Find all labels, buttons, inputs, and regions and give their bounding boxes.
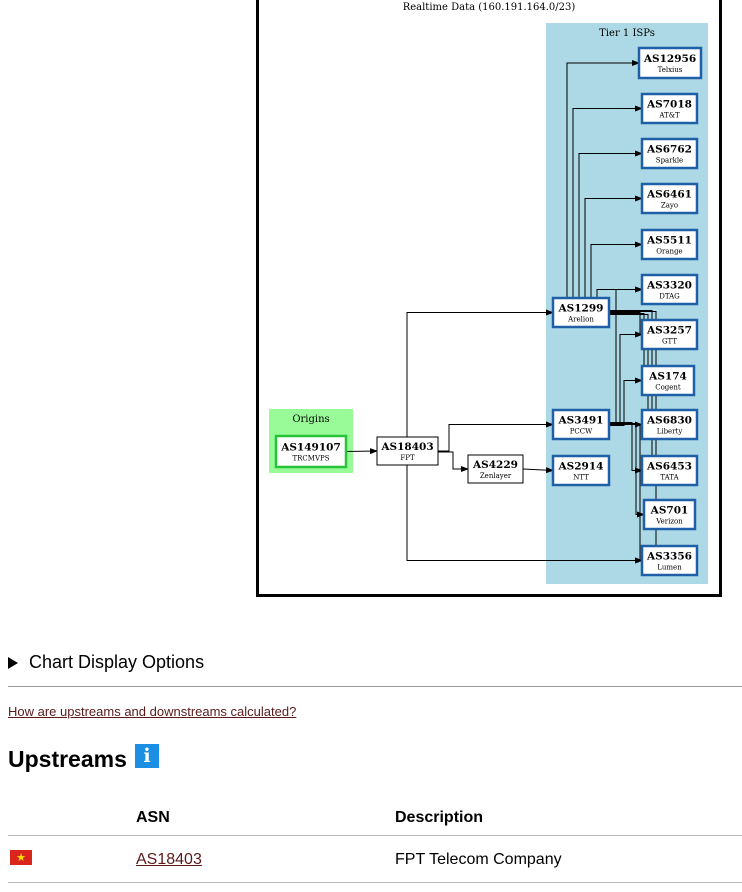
node-as2914[interactable]: AS2914NTT <box>551 454 611 487</box>
node-asn-label: AS3320 <box>646 280 692 292</box>
divider <box>8 686 742 687</box>
node-name-label: Lumen <box>657 564 682 572</box>
node-as7018[interactable]: AS7018AT&T <box>640 92 699 125</box>
node-asn-label: AS5511 <box>646 235 692 247</box>
node-name-label: Zenlayer <box>480 472 512 480</box>
node-as3356[interactable]: AS3356Lumen <box>640 544 699 577</box>
chart-display-options-label: Chart Display Options <box>29 652 205 672</box>
node-as6762[interactable]: AS6762Sparkle <box>640 137 699 170</box>
node-asn-label: AS3491 <box>558 415 604 427</box>
node-name-label: Sparkle <box>656 157 683 165</box>
node-asn-label: AS3356 <box>646 551 692 563</box>
chart-display-options[interactable]: Chart Display Options <box>8 652 204 673</box>
node-as18403[interactable]: AS18403FPT <box>376 436 439 466</box>
node-as701[interactable]: AS701Verizon <box>642 498 697 531</box>
node-name-label: Telxius <box>658 66 683 74</box>
column-header-description: Description <box>395 809 484 826</box>
node-name-label: Zayo <box>661 202 678 210</box>
node-as1299[interactable]: AS1299Arelion <box>551 296 611 329</box>
node-asn-label: AS4229 <box>472 459 518 471</box>
upstreams-heading: Upstreams <box>8 746 127 772</box>
node-name-label: NTT <box>573 474 589 482</box>
disclosure-triangle-icon <box>8 656 18 669</box>
vietnam-flag-icon: ★ <box>10 850 32 865</box>
node-asn-label: AS6461 <box>646 189 692 201</box>
edge-AS149107-AS18403 <box>345 448 378 455</box>
node-name-label: Verizon <box>655 518 683 526</box>
table-row-divider <box>8 882 742 883</box>
node-as149107[interactable]: AS149107TRCMVPS <box>274 434 348 469</box>
graph-title: Realtime Data (160.191.164.0/23) <box>403 2 576 13</box>
node-name-label: PCCW <box>570 428 593 436</box>
node-as3320[interactable]: AS3320DTAG <box>640 273 699 306</box>
upstream-asn-link[interactable]: AS18403 <box>136 851 202 869</box>
node-name-label: GTT <box>662 338 677 346</box>
node-asn-label: AS1299 <box>558 303 604 315</box>
node-asn-label: AS174 <box>648 371 687 383</box>
node-as6453[interactable]: AS6453TATA <box>640 454 699 487</box>
node-asn-label: AS701 <box>650 505 689 517</box>
node-asn-label: AS18403 <box>380 441 433 453</box>
node-name-label: DTAG <box>659 293 680 301</box>
tier1-label: Tier 1 ISPs <box>599 28 655 39</box>
node-as3491[interactable]: AS3491PCCW <box>551 408 611 441</box>
upstreams-help-link[interactable]: How are upstreams and downstreams calcul… <box>8 704 296 719</box>
node-as174[interactable]: AS174Cogent <box>640 364 696 397</box>
node-asn-label: AS6453 <box>646 461 692 473</box>
node-as5511[interactable]: AS5511Orange <box>640 228 699 261</box>
node-asn-label: AS2914 <box>558 461 604 473</box>
node-name-label: TATA <box>660 474 679 482</box>
node-name-label: Arelion <box>567 316 594 324</box>
info-icon[interactable]: i <box>135 744 159 768</box>
node-as12956[interactable]: AS12956Telxius <box>637 46 703 80</box>
node-name-label: FPT <box>400 454 415 462</box>
node-name-label: Orange <box>656 248 682 256</box>
node-name-label: Liberty <box>657 428 683 436</box>
upstream-description: FPT Telecom Company <box>395 851 562 868</box>
node-as6461[interactable]: AS6461Zayo <box>640 182 699 215</box>
node-as6830[interactable]: AS6830Liberty <box>640 408 699 441</box>
node-asn-label: AS3257 <box>646 325 692 337</box>
node-as4229[interactable]: AS4229Zenlayer <box>467 454 524 484</box>
node-asn-label: AS6830 <box>646 415 692 427</box>
column-header-asn: ASN <box>136 809 170 826</box>
table-header-divider <box>8 835 742 836</box>
node-asn-label: AS7018 <box>646 99 692 111</box>
as-path-graph: Realtime Data (160.191.164.0/23) Tier 1 … <box>256 0 722 597</box>
node-name-label: AT&T <box>658 112 680 120</box>
node-asn-label: AS149107 <box>280 442 341 454</box>
node-asn-label: AS6762 <box>646 144 692 156</box>
node-name-label: TRCMVPS <box>292 455 329 463</box>
node-asn-label: AS12956 <box>643 53 696 65</box>
node-name-label: Cogent <box>655 384 681 392</box>
origins-label: Origins <box>292 414 329 425</box>
node-as3257[interactable]: AS3257GTT <box>640 318 699 351</box>
